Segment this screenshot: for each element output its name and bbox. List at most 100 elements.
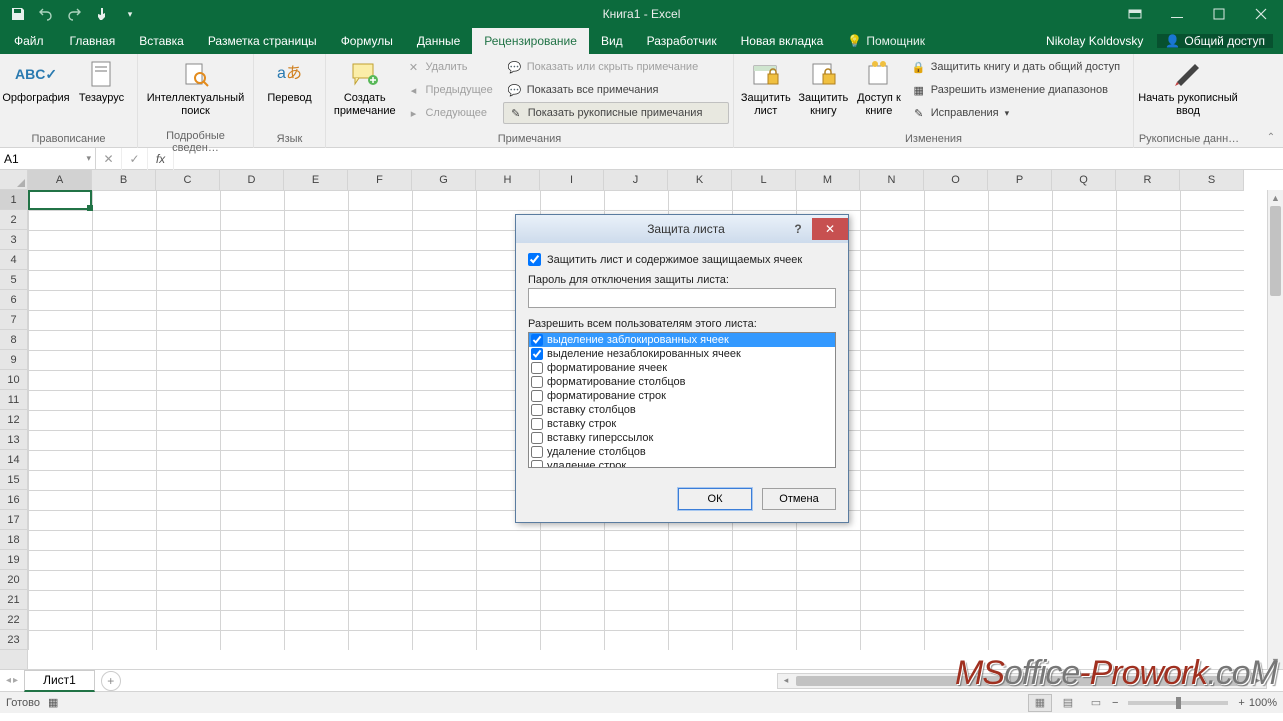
column-header[interactable]: R [1116,170,1180,190]
row-header[interactable]: 8 [0,330,27,350]
next-comment-button[interactable]: ▸Следующее [401,102,500,124]
scroll-up-icon[interactable]: ▲ [1268,190,1283,206]
zoom-in-icon[interactable]: + [1238,697,1244,709]
macro-record-icon[interactable]: ▦ [48,696,58,709]
row-header[interactable]: 17 [0,510,27,530]
smart-lookup-button[interactable]: Интеллектуальный поиск [142,56,249,128]
permission-checkbox[interactable] [531,390,543,402]
column-header[interactable]: L [732,170,796,190]
scroll-thumb[interactable] [1270,206,1281,296]
user-name[interactable]: Nikolay Koldovsky [1046,34,1143,48]
show-hide-comment-button[interactable]: 💬Показать или скрыть примечание [503,56,729,78]
ok-button[interactable]: ОК [678,488,752,510]
row-header[interactable]: 16 [0,490,27,510]
dialog-titlebar[interactable]: Защита листа ? ✕ [516,215,848,243]
permission-item[interactable]: выделение заблокированных ячеек [529,333,835,347]
tab-scroll-left-icon[interactable]: ◂ [6,675,11,686]
row-header[interactable]: 10 [0,370,27,390]
row-header[interactable]: 9 [0,350,27,370]
permission-item[interactable]: вставку столбцов [529,403,835,417]
thesaurus-button[interactable]: Тезаурус [70,56,133,128]
ribbon-display-icon[interactable] [1115,0,1155,28]
new-sheet-button[interactable]: + [101,671,121,691]
permission-checkbox[interactable] [531,362,543,374]
undo-icon[interactable] [34,2,58,26]
delete-comment-button[interactable]: ✕Удалить [401,56,500,78]
show-ink-button[interactable]: ✎Показать рукописные примечания [503,102,729,124]
share-workbook-button[interactable]: Доступ к книге [853,56,905,128]
row-header[interactable]: 18 [0,530,27,550]
tab-scroll-right-icon[interactable]: ▸ [13,675,18,686]
tab-new[interactable]: Новая вкладка [729,28,836,54]
tab-insert[interactable]: Вставка [127,28,196,54]
sheet-tab-1[interactable]: Лист1 [24,670,95,692]
scroll-right-icon[interactable]: ▸ [1250,675,1266,686]
permission-item[interactable]: выделение незаблокированных ячеек [529,347,835,361]
spelling-button[interactable]: ABC✓ Орфография [4,56,68,128]
normal-view-icon[interactable]: ▦ [1028,694,1052,712]
row-header[interactable]: 11 [0,390,27,410]
permission-item[interactable]: форматирование строк [529,389,835,403]
tab-data[interactable]: Данные [405,28,472,54]
chevron-down-icon[interactable]: ▾ [86,153,91,164]
formula-input[interactable] [174,149,1283,169]
column-header[interactable]: P [988,170,1052,190]
column-header[interactable]: N [860,170,924,190]
permission-item[interactable]: удаление строк [529,459,835,468]
show-all-comments-button[interactable]: 💬Показать все примечания [503,79,729,101]
zoom-slider[interactable] [1128,701,1228,705]
row-header[interactable]: 22 [0,610,27,630]
page-layout-view-icon[interactable]: ▤ [1056,694,1080,712]
column-header[interactable]: C [156,170,220,190]
share-button[interactable]: 👤Общий доступ [1157,34,1273,48]
new-comment-button[interactable]: Создать примечание [330,56,399,128]
save-icon[interactable] [6,2,30,26]
row-header[interactable]: 14 [0,450,27,470]
permissions-list[interactable]: выделение заблокированных ячееквыделение… [528,332,836,468]
tell-me[interactable]: 💡Помощник [835,28,937,54]
row-headers[interactable]: 1234567891011121314151617181920212223 [0,190,28,669]
column-header[interactable]: A [28,170,92,190]
row-header[interactable]: 7 [0,310,27,330]
tab-page-layout[interactable]: Разметка страницы [196,28,329,54]
collapse-ribbon-icon[interactable]: ⌃ [1263,129,1279,145]
vertical-scrollbar[interactable]: ▲ ▼ [1267,190,1283,669]
row-header[interactable]: 23 [0,630,27,650]
track-changes-button[interactable]: ✎Исправления▾ [907,102,1129,124]
dialog-close-icon[interactable]: ✕ [812,218,848,240]
tab-view[interactable]: Вид [589,28,635,54]
column-header[interactable]: Q [1052,170,1116,190]
permission-item[interactable]: форматирование столбцов [529,375,835,389]
row-header[interactable]: 20 [0,570,27,590]
protect-contents-check[interactable] [528,253,541,266]
prev-comment-button[interactable]: ◂Предыдущее [401,79,500,101]
protect-sheet-button[interactable]: Защитить лист [738,56,794,128]
permission-item[interactable]: форматирование ячеек [529,361,835,375]
hscroll-thumb[interactable] [796,676,1248,686]
dialog-help-icon[interactable]: ? [784,218,812,240]
qat-customize-icon[interactable]: ▾ [118,2,142,26]
tab-review[interactable]: Рецензирование [472,28,589,54]
redo-icon[interactable] [62,2,86,26]
cancel-button[interactable]: Отмена [762,488,836,510]
column-header[interactable]: O [924,170,988,190]
column-header[interactable]: M [796,170,860,190]
start-inking-button[interactable]: Начать рукописный ввод [1138,56,1238,128]
maximize-icon[interactable] [1199,0,1239,28]
row-header[interactable]: 15 [0,470,27,490]
row-header[interactable]: 13 [0,430,27,450]
column-header[interactable]: H [476,170,540,190]
scroll-down-icon[interactable]: ▼ [1268,653,1283,669]
row-header[interactable]: 12 [0,410,27,430]
zoom-out-icon[interactable]: − [1112,697,1118,709]
protect-and-share-button[interactable]: 🔒Защитить книгу и дать общий доступ [907,56,1129,78]
active-cell[interactable] [28,190,92,210]
row-header[interactable]: 3 [0,230,27,250]
row-header[interactable]: 4 [0,250,27,270]
column-header[interactable]: F [348,170,412,190]
row-header[interactable]: 19 [0,550,27,570]
zoom-level[interactable]: 100% [1249,697,1277,709]
row-header[interactable]: 2 [0,210,27,230]
minimize-icon[interactable] [1157,0,1197,28]
permission-checkbox[interactable] [531,460,543,468]
